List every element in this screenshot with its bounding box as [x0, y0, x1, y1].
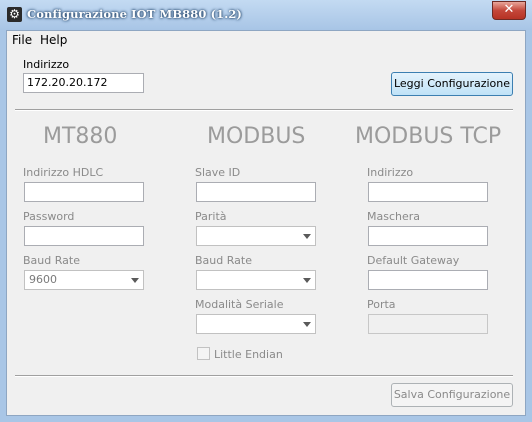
tcp-address-label: Indirizzo — [367, 166, 414, 179]
gateway-input[interactable] — [368, 270, 488, 290]
hdlc-input[interactable] — [24, 182, 144, 202]
little-endian-label: Little Endian — [214, 348, 283, 361]
separator-bottom — [15, 375, 513, 377]
window-title: Configurazione IOT MB880 (1.2) — [27, 7, 242, 21]
address-label: Indirizzo — [23, 58, 70, 71]
client-area: File Help Indirizzo 172.20.20.172 Leggi … — [6, 30, 526, 416]
close-button[interactable]: ✕ — [492, 1, 526, 20]
read-config-button[interactable]: Leggi Configurazione — [391, 72, 513, 96]
mask-label: Maschera — [367, 210, 421, 223]
password-input[interactable] — [24, 226, 144, 246]
gateway-label: Default Gateway — [367, 254, 460, 267]
separator-top — [15, 109, 513, 111]
menu-help[interactable]: Help — [40, 33, 67, 47]
mask-input[interactable] — [368, 226, 488, 246]
port-label: Porta — [367, 298, 396, 311]
password-label: Password — [23, 210, 75, 223]
port-input[interactable] — [368, 314, 488, 334]
chevron-down-icon — [303, 322, 311, 327]
serial-mode-label: Modalità Seriale — [195, 298, 284, 311]
chevron-down-icon — [303, 234, 311, 239]
chevron-down-icon — [131, 278, 139, 283]
little-endian-checkbox[interactable] — [197, 347, 210, 360]
mt880-baud-value: 9600 — [29, 273, 57, 286]
hdlc-label: Indirizzo HDLC — [23, 166, 104, 179]
serial-mode-select[interactable] — [196, 314, 316, 334]
title-bar[interactable]: ⚙ Configurazione IOT MB880 (1.2) ✕ — [0, 0, 532, 30]
menu-bar: File Help — [7, 31, 525, 50]
chevron-down-icon — [303, 278, 311, 283]
parity-label: Parità — [195, 210, 227, 223]
slave-id-input[interactable] — [196, 182, 316, 202]
modbus-baud-select[interactable] — [196, 270, 316, 290]
heading-modbus: MODBUS — [207, 124, 306, 149]
app-window: ⚙ Configurazione IOT MB880 (1.2) ✕ File … — [0, 0, 532, 422]
close-icon: ✕ — [503, 2, 515, 17]
heading-modbus-tcp: MODBUS TCP — [355, 124, 502, 149]
modbus-baud-label: Baud Rate — [195, 254, 252, 267]
heading-mt880: MT880 — [43, 124, 118, 149]
slave-id-label: Slave ID — [195, 166, 241, 179]
mt880-baud-select[interactable]: 9600 — [24, 270, 144, 290]
parity-select[interactable] — [196, 226, 316, 246]
mt880-baud-label: Baud Rate — [23, 254, 80, 267]
tcp-address-input[interactable] — [368, 182, 488, 202]
app-icon: ⚙ — [7, 7, 22, 22]
address-input[interactable]: 172.20.20.172 — [23, 73, 144, 93]
save-config-button[interactable]: Salva Configurazione — [391, 383, 513, 407]
menu-file[interactable]: File — [12, 33, 32, 47]
